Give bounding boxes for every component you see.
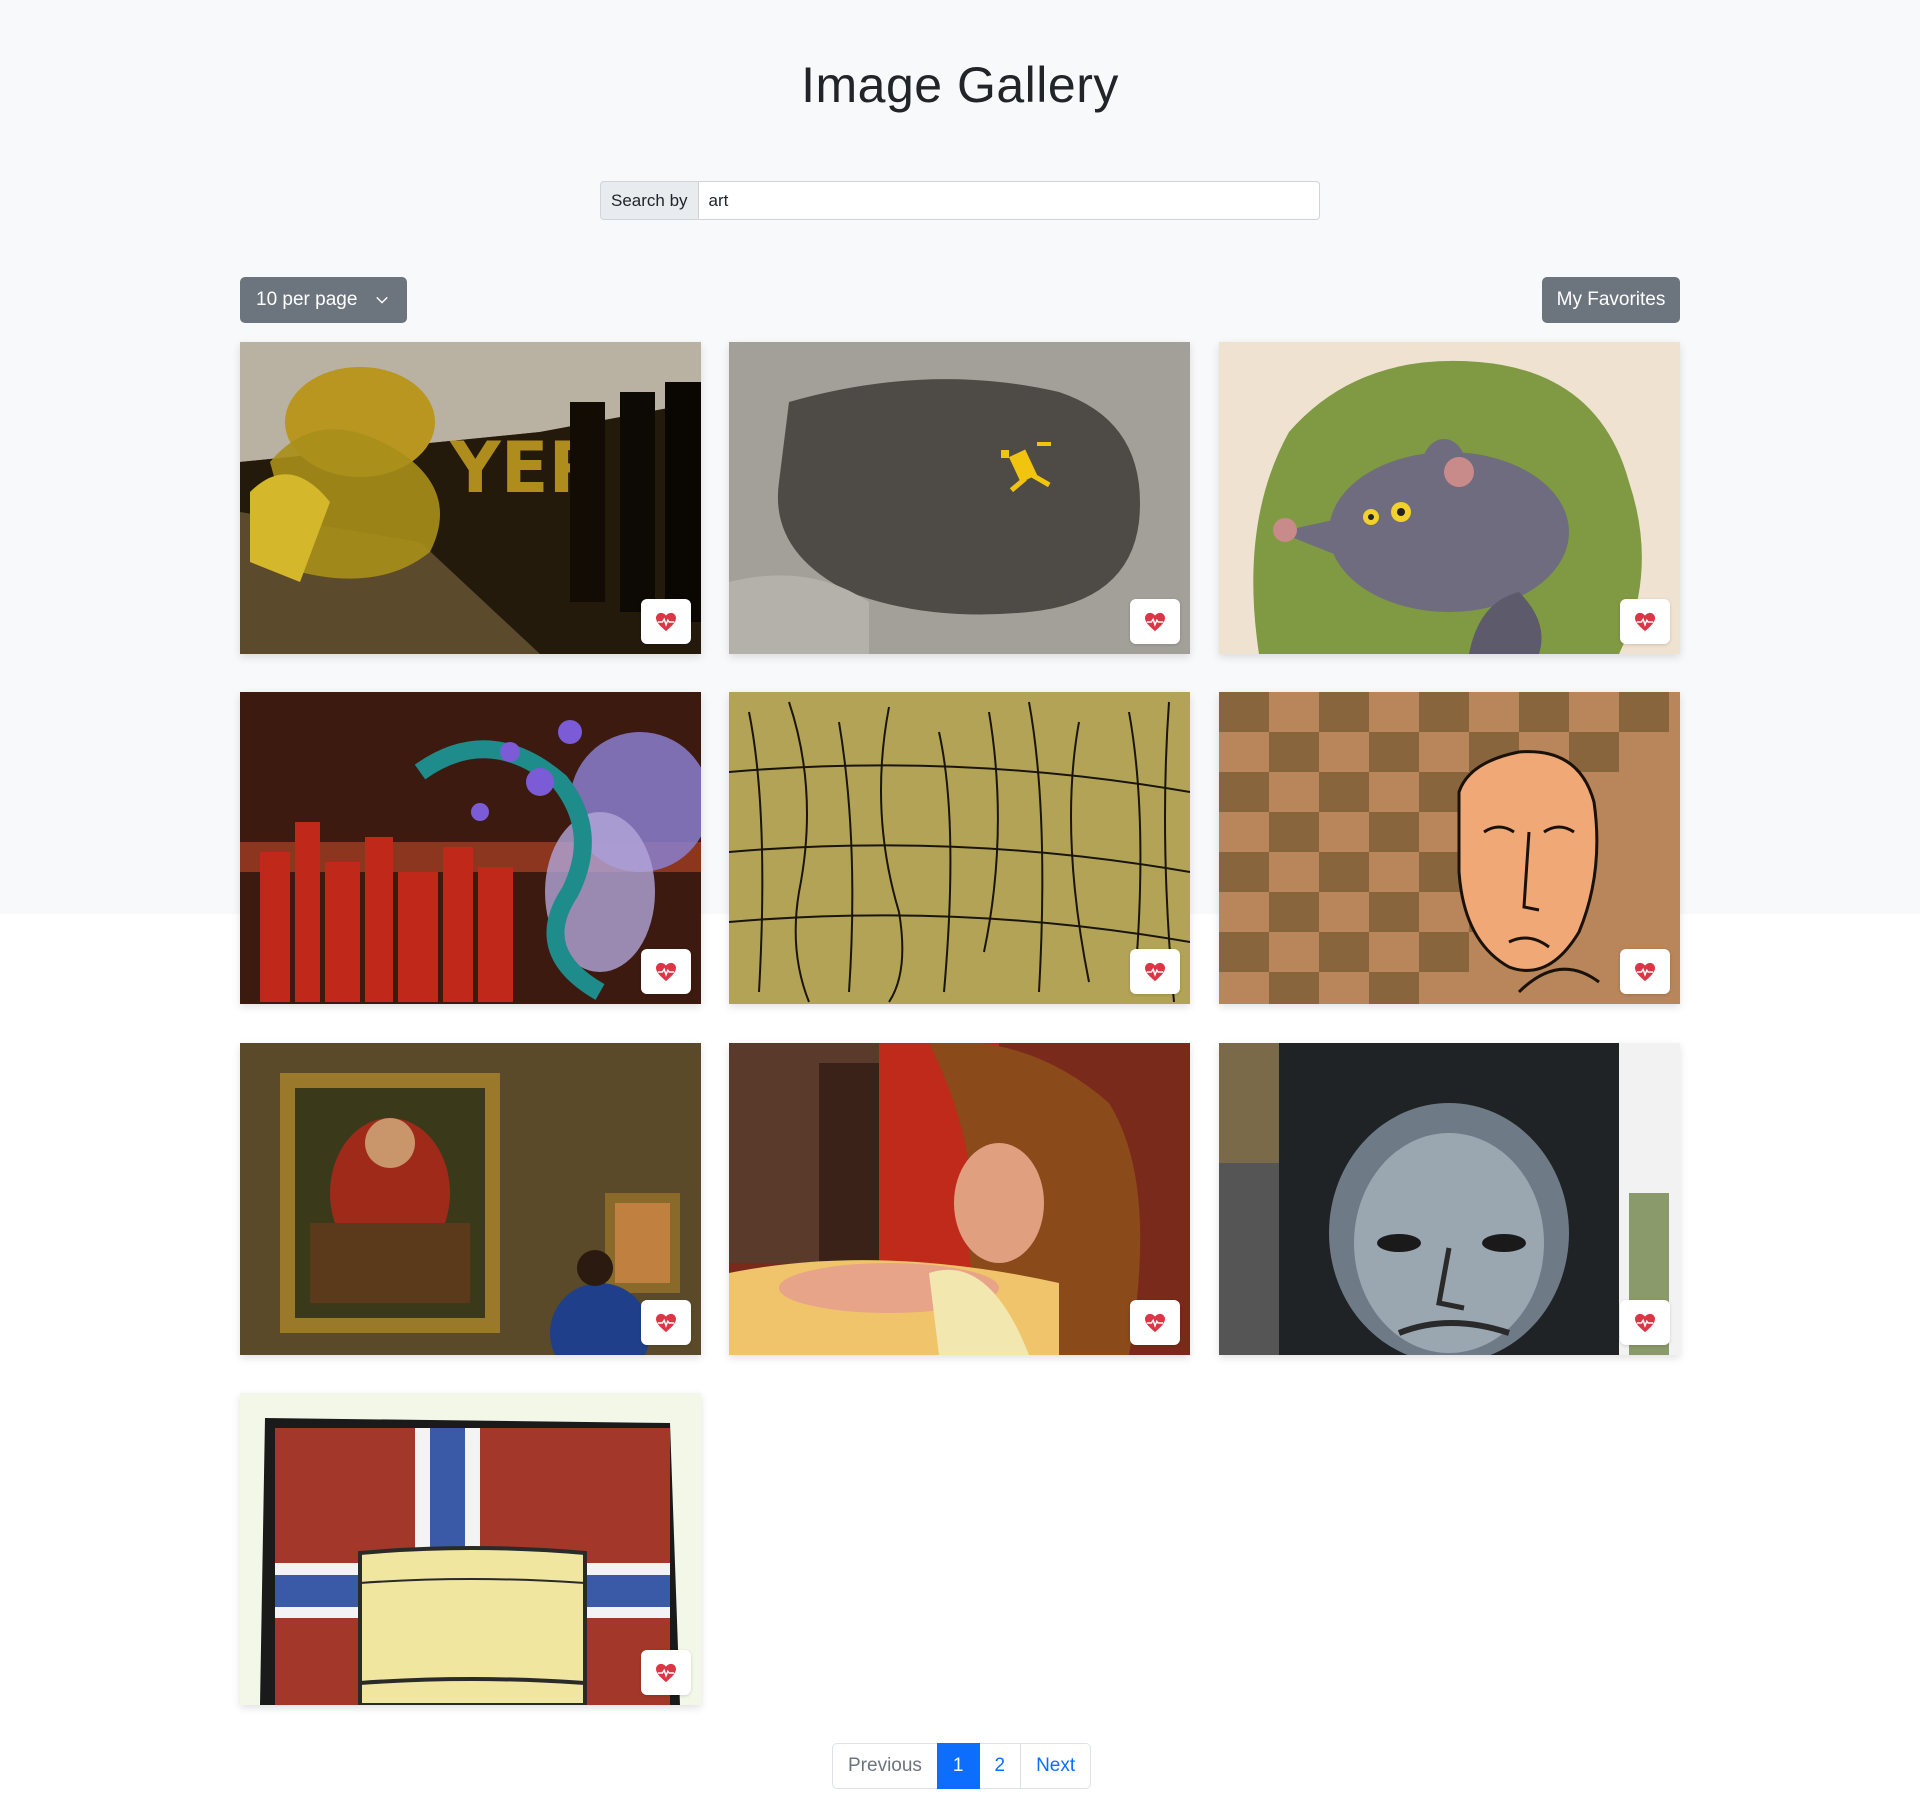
search-label: Search by: [600, 181, 698, 220]
image-card[interactable]: [1219, 342, 1680, 654]
gallery-image: [729, 342, 1190, 654]
image-card[interactable]: [729, 692, 1190, 1004]
image-card[interactable]: [729, 342, 1190, 654]
pagination-page-2[interactable]: 2: [978, 1743, 1022, 1789]
favorite-button[interactable]: [1130, 949, 1180, 994]
image-card[interactable]: [729, 1043, 1190, 1355]
gallery-image: [240, 1393, 701, 1705]
heart-pulse-icon: [1635, 612, 1655, 631]
favorite-button[interactable]: [1620, 1300, 1670, 1345]
chevron-down-icon: [376, 296, 388, 304]
favorite-button[interactable]: [1620, 949, 1670, 994]
per-page-label: 10 per page: [256, 289, 358, 310]
heart-pulse-icon: [1145, 962, 1165, 981]
image-card[interactable]: YER: [240, 342, 701, 654]
heart-pulse-icon: [656, 962, 676, 981]
image-card[interactable]: [1219, 692, 1680, 1004]
favorite-button[interactable]: [641, 1650, 691, 1695]
favorite-button[interactable]: [1130, 599, 1180, 644]
gallery-page: Image Gallery Search by 10 per page My F…: [0, 0, 1920, 1808]
gallery-image: [1219, 692, 1680, 1004]
gallery-image: [729, 1043, 1190, 1355]
favorite-button[interactable]: [1620, 599, 1670, 644]
favorite-button[interactable]: [641, 949, 691, 994]
image-card[interactable]: [240, 1043, 701, 1355]
image-card[interactable]: [240, 692, 701, 1004]
my-favorites-button[interactable]: My Favorites: [1542, 277, 1680, 323]
pagination-page-1[interactable]: 1: [936, 1743, 980, 1789]
heart-pulse-icon: [1145, 1313, 1165, 1332]
search-input[interactable]: [697, 181, 1320, 220]
per-page-select[interactable]: 10 per page: [240, 277, 407, 323]
favorite-button[interactable]: [641, 1300, 691, 1345]
heart-pulse-icon: [1635, 1313, 1655, 1332]
gallery-image: [240, 1043, 701, 1355]
favorite-button[interactable]: [1130, 1300, 1180, 1345]
heart-pulse-icon: [1145, 612, 1165, 631]
heart-pulse-icon: [656, 1313, 676, 1332]
heart-pulse-icon: [1635, 962, 1655, 981]
heart-pulse-icon: [656, 612, 676, 631]
gallery-image: [729, 692, 1190, 1004]
image-card[interactable]: [240, 1393, 701, 1705]
gallery-image: [1219, 342, 1680, 654]
heart-pulse-icon: [656, 1663, 676, 1682]
pagination-previous[interactable]: Previous: [832, 1743, 938, 1789]
pagination: Previous 1 2 Next: [832, 1743, 1092, 1789]
gallery-image: YER: [240, 342, 701, 654]
favorite-button[interactable]: [641, 599, 691, 644]
page-title: Image Gallery: [801, 57, 1119, 113]
image-card[interactable]: [1219, 1043, 1680, 1355]
gallery-image: [1219, 1043, 1680, 1355]
gallery-image: [240, 692, 701, 1004]
pagination-next[interactable]: Next: [1020, 1743, 1092, 1789]
search-group: Search by: [600, 181, 1320, 220]
